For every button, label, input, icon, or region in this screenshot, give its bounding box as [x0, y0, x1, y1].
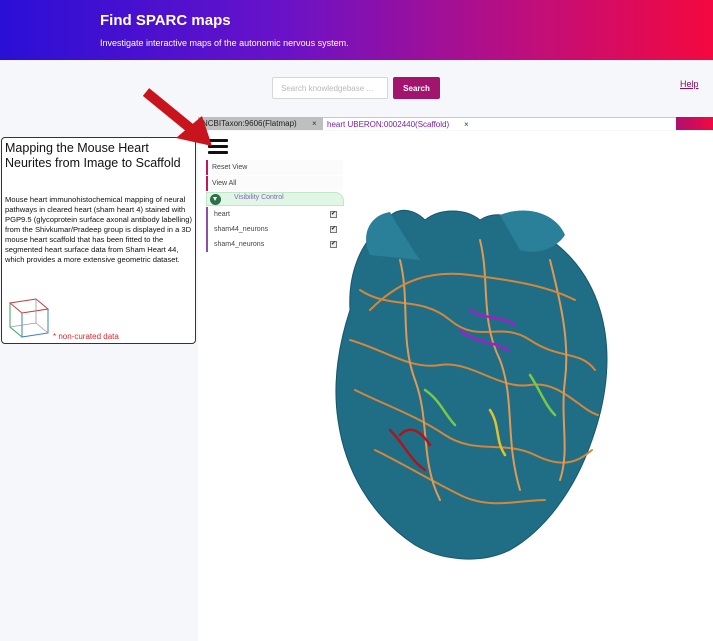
- non-curated-note: * non-curated data: [53, 332, 119, 341]
- info-card: Mapping the Mouse Heart Neurites from Im…: [1, 137, 196, 344]
- visibility-control-title: Visibility Control: [234, 194, 284, 201]
- heart-model-render[interactable]: [330, 200, 615, 565]
- tab-flatmap-label: NCBITaxon:9606(Flatmap): [202, 119, 297, 128]
- tab-flatmap[interactable]: NCBITaxon:9606(Flatmap) ×: [198, 117, 323, 130]
- heart-surface: [335, 210, 608, 560]
- app-page: Find SPARC maps Investigate interactive …: [0, 0, 713, 641]
- search-button[interactable]: Search: [393, 77, 440, 99]
- header-title: Find SPARC maps: [100, 12, 231, 29]
- cube-icon: [8, 298, 50, 338]
- tab-bar-accent: [676, 117, 713, 130]
- layer-label: heart: [214, 211, 230, 218]
- visibility-control-header[interactable]: Visibility Control: [206, 192, 344, 206]
- view-all-button[interactable]: View All: [206, 176, 343, 191]
- layer-label: sham44_neurons: [214, 226, 269, 233]
- header-subtitle: Investigate interactive maps of the auto…: [100, 38, 349, 48]
- layer-label: sham4_neurons: [214, 241, 265, 248]
- tab-strip: NCBITaxon:9606(Flatmap) × heart UBERON:0…: [198, 117, 713, 130]
- layer-heart[interactable]: heart ✔: [206, 207, 343, 222]
- app-header: Find SPARC maps Investigate interactive …: [0, 0, 713, 60]
- layer-sham4-neurons[interactable]: sham4_neurons ✔: [206, 237, 343, 252]
- reset-view-button[interactable]: Reset View: [206, 160, 343, 175]
- chevron-down-icon[interactable]: [210, 194, 221, 205]
- layer-sham44-neurons[interactable]: sham44_neurons ✔: [206, 222, 343, 237]
- close-icon[interactable]: ×: [464, 118, 469, 131]
- tab-scaffold[interactable]: heart UBERON:0002440(Scaffold) ×: [323, 117, 676, 130]
- close-icon[interactable]: ×: [312, 117, 317, 130]
- tab-scaffold-label: heart UBERON:0002440(Scaffold): [327, 120, 450, 129]
- card-description: Mouse heart immunohistochemical mapping …: [5, 195, 192, 264]
- arrow-icon: [142, 88, 212, 146]
- help-link[interactable]: Help: [680, 79, 699, 89]
- search-input[interactable]: [272, 77, 388, 99]
